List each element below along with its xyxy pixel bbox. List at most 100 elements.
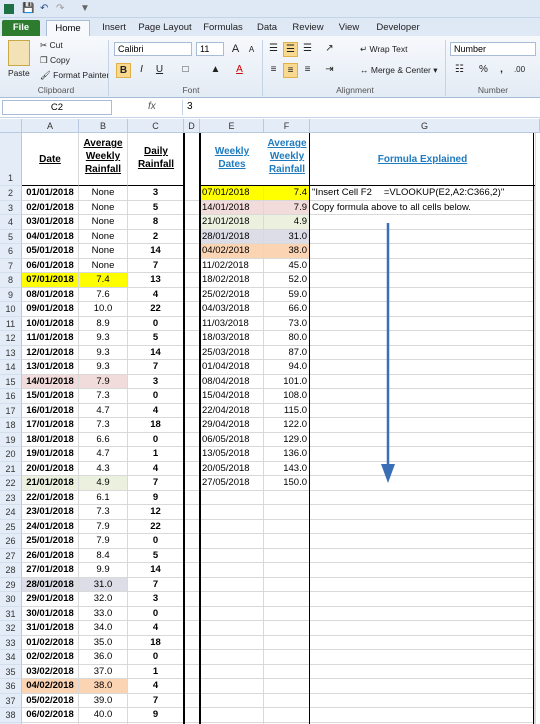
align-center-icon[interactable]: ≡: [283, 63, 298, 78]
empty-cell[interactable]: [264, 490, 310, 505]
empty-cell[interactable]: [200, 505, 264, 520]
date-cell[interactable]: 09/01/2018: [22, 302, 79, 317]
average-weekly-cell[interactable]: None: [79, 258, 128, 273]
merge-center-button[interactable]: ↔ Merge & Center ▾: [360, 65, 438, 76]
header-average-weekly-rainfall-f[interactable]: Average Weekly Rainfall: [264, 133, 310, 186]
daily-rainfall-cell[interactable]: 22: [128, 302, 184, 317]
empty-cell[interactable]: [264, 577, 310, 592]
daily-rainfall-cell[interactable]: 14: [128, 345, 184, 360]
row-header[interactable]: 5: [0, 229, 22, 244]
percent-button[interactable]: %: [476, 63, 491, 78]
average-weekly-cell[interactable]: 32.0: [79, 592, 128, 607]
tab-page-layout[interactable]: Page Layout: [136, 20, 194, 36]
row-header[interactable]: 14: [0, 360, 22, 375]
average-weekly-cell[interactable]: None: [79, 200, 128, 215]
weekly-average-cell[interactable]: 7.4: [264, 186, 310, 201]
daily-rainfall-cell[interactable]: 2: [128, 229, 184, 244]
paste-button[interactable]: Paste: [8, 68, 30, 78]
date-cell[interactable]: 18/01/2018: [22, 432, 79, 447]
average-weekly-cell[interactable]: 37.0: [79, 664, 128, 679]
empty-cell[interactable]: [184, 331, 200, 346]
empty-cell[interactable]: [264, 635, 310, 650]
empty-cell[interactable]: [264, 519, 310, 534]
average-weekly-cell[interactable]: 7.3: [79, 505, 128, 520]
fx-icon[interactable]: fx: [118, 100, 178, 115]
header-daily-rainfall[interactable]: Daily Rainfall: [128, 133, 184, 186]
average-weekly-cell[interactable]: 40.0: [79, 708, 128, 723]
empty-cell[interactable]: [184, 519, 200, 534]
empty-cell[interactable]: [264, 693, 310, 708]
average-weekly-cell[interactable]: 9.3: [79, 331, 128, 346]
formula-explained-cell[interactable]: [310, 563, 535, 578]
weekly-average-cell[interactable]: 80.0: [264, 331, 310, 346]
average-weekly-cell[interactable]: 10.0: [79, 302, 128, 317]
daily-rainfall-cell[interactable]: 12: [128, 505, 184, 520]
formula-explained-cell[interactable]: [310, 273, 535, 288]
empty-cell[interactable]: [184, 635, 200, 650]
row-header[interactable]: 37: [0, 693, 22, 708]
tab-developer[interactable]: Developer: [372, 20, 424, 36]
empty-cell[interactable]: [184, 432, 200, 447]
name-box[interactable]: C2: [2, 100, 112, 115]
customize-qa-icon[interactable]: ▼: [80, 3, 90, 14]
empty-cell[interactable]: [264, 548, 310, 563]
header-weekly-dates[interactable]: Weekly Dates: [200, 133, 264, 186]
empty-cell[interactable]: [264, 664, 310, 679]
empty-cell[interactable]: [184, 215, 200, 230]
weekly-date-cell[interactable]: 07/01/2018: [200, 186, 264, 201]
empty-cell[interactable]: [200, 650, 264, 665]
column-header-e[interactable]: E: [200, 119, 264, 133]
average-weekly-cell[interactable]: 7.9: [79, 534, 128, 549]
date-cell[interactable]: 03/01/2018: [22, 215, 79, 230]
date-cell[interactable]: 06/02/2018: [22, 708, 79, 723]
weekly-date-cell[interactable]: 18/02/2018: [200, 273, 264, 288]
tab-file[interactable]: File: [2, 20, 40, 36]
select-all-corner[interactable]: [0, 119, 22, 133]
orientation-icon[interactable]: ↗: [322, 42, 337, 57]
currency-icon[interactable]: ☷: [452, 63, 467, 78]
empty-cell[interactable]: [264, 650, 310, 665]
formula-explained-cell[interactable]: [310, 664, 535, 679]
empty-cell[interactable]: [184, 186, 200, 201]
weekly-date-cell[interactable]: 18/03/2018: [200, 331, 264, 346]
average-weekly-cell[interactable]: 36.0: [79, 650, 128, 665]
empty-cell[interactable]: [200, 490, 264, 505]
note-copy-formula[interactable]: Copy formula above to all cells below.: [310, 200, 535, 215]
row-header[interactable]: 38: [0, 708, 22, 723]
daily-rainfall-cell[interactable]: 5: [128, 548, 184, 563]
formula-explained-cell[interactable]: [310, 258, 535, 273]
date-cell[interactable]: 15/01/2018: [22, 389, 79, 404]
average-weekly-cell[interactable]: 9.3: [79, 360, 128, 375]
weekly-date-cell[interactable]: 21/01/2018: [200, 215, 264, 230]
empty-cell[interactable]: [184, 316, 200, 331]
align-left-icon[interactable]: ≡: [266, 63, 281, 78]
daily-rainfall-cell[interactable]: 5: [128, 331, 184, 346]
formula-explained-cell[interactable]: [310, 331, 535, 346]
date-cell[interactable]: 29/01/2018: [22, 592, 79, 607]
save-icon[interactable]: 💾: [22, 3, 34, 14]
redo-icon[interactable]: ↷: [56, 3, 64, 14]
empty-cell[interactable]: [184, 693, 200, 708]
daily-rainfall-cell[interactable]: 0: [128, 316, 184, 331]
indent-icon[interactable]: ⇥: [322, 63, 337, 78]
tab-view[interactable]: View: [334, 20, 364, 36]
date-cell[interactable]: 05/02/2018: [22, 693, 79, 708]
empty-cell[interactable]: [184, 273, 200, 288]
weekly-date-cell[interactable]: 11/02/2018: [200, 258, 264, 273]
daily-rainfall-cell[interactable]: 9: [128, 708, 184, 723]
daily-rainfall-cell[interactable]: 4: [128, 679, 184, 694]
average-weekly-cell[interactable]: 7.9: [79, 374, 128, 389]
date-cell[interactable]: 20/01/2018: [22, 461, 79, 476]
formula-explained-cell[interactable]: [310, 650, 535, 665]
weekly-average-cell[interactable]: 129.0: [264, 432, 310, 447]
date-cell[interactable]: 11/01/2018: [22, 331, 79, 346]
weekly-average-cell[interactable]: 115.0: [264, 403, 310, 418]
date-cell[interactable]: 25/01/2018: [22, 534, 79, 549]
date-cell[interactable]: 30/01/2018: [22, 606, 79, 621]
formula-explained-cell[interactable]: [310, 592, 535, 607]
row-header[interactable]: 12: [0, 331, 22, 346]
empty-cell[interactable]: [184, 418, 200, 433]
formula-explained-cell[interactable]: [310, 389, 535, 404]
daily-rainfall-cell[interactable]: 13: [128, 273, 184, 288]
formula-explained-cell[interactable]: [310, 490, 535, 505]
